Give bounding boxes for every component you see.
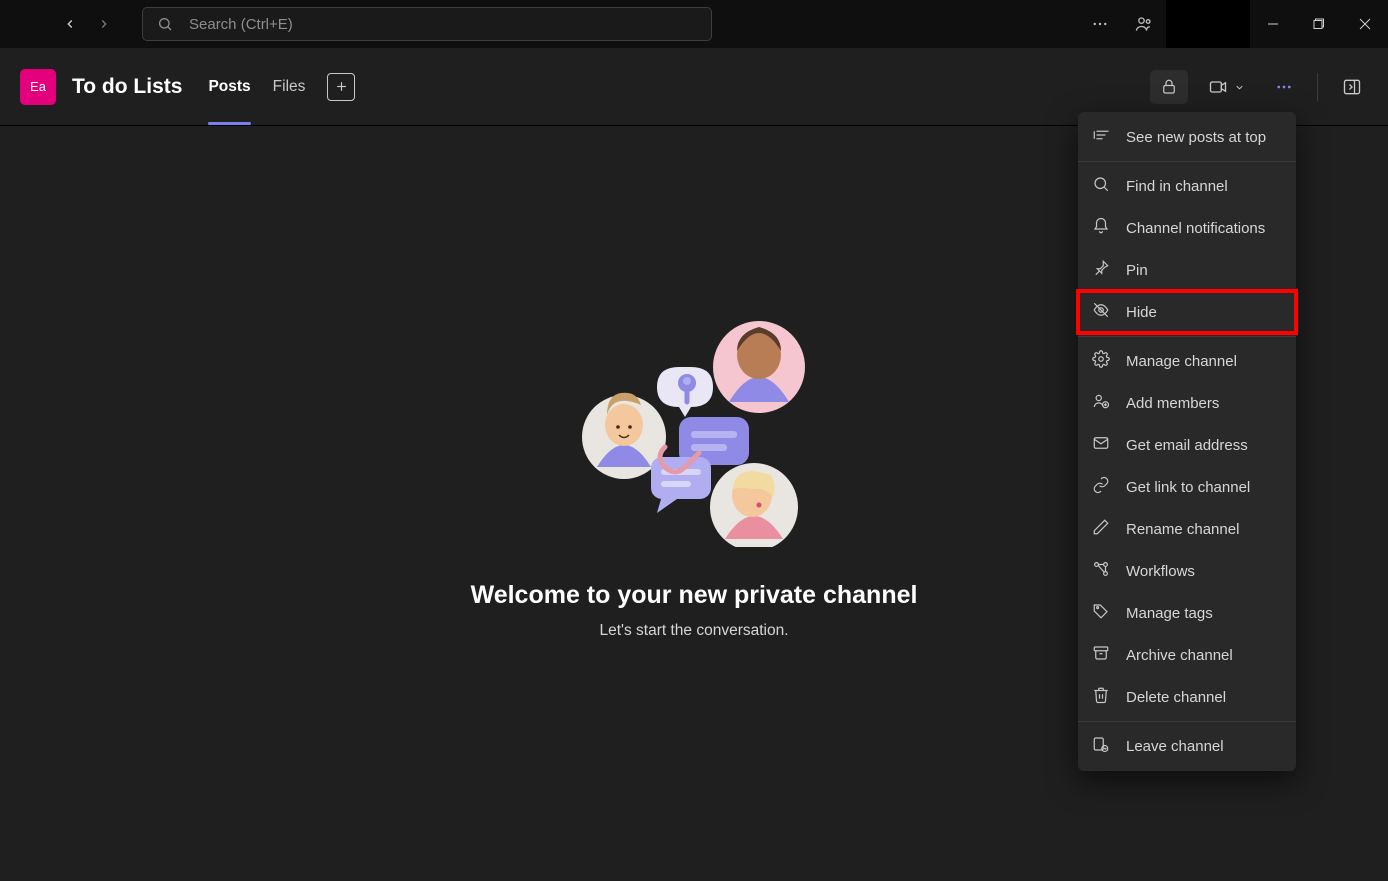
people-icon[interactable] <box>1122 0 1166 48</box>
menu-item-label: Channel notifications <box>1126 220 1265 237</box>
menu-item-label: Hide <box>1126 304 1157 321</box>
sort-icon <box>1092 126 1112 148</box>
menu-item-manage-channel[interactable]: Manage channel <box>1078 340 1296 382</box>
add-member-icon <box>1092 392 1112 414</box>
leave-icon <box>1092 735 1112 757</box>
hide-icon <box>1092 301 1112 323</box>
menu-item-label: Get link to channel <box>1126 479 1250 496</box>
mail-icon <box>1092 434 1112 456</box>
search-icon <box>1092 175 1112 197</box>
menu-item-rename-channel[interactable]: Rename channel <box>1078 508 1296 550</box>
menu-item-pin[interactable]: Pin <box>1078 249 1296 291</box>
open-panel-button[interactable] <box>1332 70 1372 104</box>
archive-icon <box>1092 644 1112 666</box>
search-box[interactable]: Search (Ctrl+E) <box>142 7 712 41</box>
titlebar: Search (Ctrl+E) <box>0 0 1388 48</box>
bell-icon <box>1092 217 1112 239</box>
menu-item-label: Leave channel <box>1126 738 1224 755</box>
menu-item-label: Workflows <box>1126 563 1195 580</box>
forward-button[interactable] <box>94 14 114 34</box>
menu-item-label: Find in channel <box>1126 178 1228 195</box>
menu-separator <box>1078 721 1296 722</box>
channel-context-menu: See new posts at top Find in channel Chann… <box>1078 112 1296 771</box>
empty-headline: Welcome to your new private channel <box>471 581 918 610</box>
menu-item-workflows[interactable]: Workflows <box>1078 550 1296 592</box>
pencil-icon <box>1092 518 1112 540</box>
pin-icon <box>1092 259 1112 281</box>
menu-item-label: Manage channel <box>1126 353 1237 370</box>
team-avatar[interactable]: Ea <box>20 69 56 105</box>
history-nav <box>0 14 142 34</box>
menu-item-get-link-to-channel[interactable]: Get link to channel <box>1078 466 1296 508</box>
welcome-illustration <box>569 307 819 547</box>
more-icon[interactable] <box>1078 0 1122 48</box>
trash-icon <box>1092 686 1112 708</box>
menu-item-manage-tags[interactable]: Manage tags <box>1078 592 1296 634</box>
menu-item-find-in-channel[interactable]: Find in channel <box>1078 165 1296 207</box>
menu-item-channel-notifications[interactable]: Channel notifications <box>1078 207 1296 249</box>
channel-title: To do Lists <box>72 75 182 99</box>
link-icon <box>1092 476 1112 498</box>
add-tab-button[interactable] <box>327 73 355 101</box>
menu-separator <box>1078 336 1296 337</box>
gear-icon <box>1092 350 1112 372</box>
divider <box>1317 73 1318 101</box>
tab-files[interactable]: Files <box>273 74 306 100</box>
chevron-down-icon <box>1234 82 1245 93</box>
menu-separator <box>1078 161 1296 162</box>
menu-item-label: Rename channel <box>1126 521 1239 538</box>
workflow-icon <box>1092 560 1112 582</box>
menu-item-leave-channel[interactable]: Leave channel <box>1078 725 1296 767</box>
menu-item-label: Delete channel <box>1126 689 1226 706</box>
close-button[interactable] <box>1342 0 1388 48</box>
menu-item-add-members[interactable]: Add members <box>1078 382 1296 424</box>
tab-posts[interactable]: Posts <box>208 74 250 100</box>
menu-item-get-email-address[interactable]: Get email address <box>1078 424 1296 466</box>
menu-item-label: Add members <box>1126 395 1219 412</box>
empty-subline: Let's start the conversation. <box>599 622 788 640</box>
menu-item-see-new-posts-at-top[interactable]: See new posts at top <box>1078 116 1296 158</box>
menu-item-label: Get email address <box>1126 437 1248 454</box>
search-placeholder: Search (Ctrl+E) <box>189 16 293 33</box>
meet-button[interactable] <box>1198 70 1255 104</box>
menu-item-hide[interactable]: Hide <box>1078 291 1296 333</box>
maximize-button[interactable] <box>1296 0 1342 48</box>
menu-item-label: Manage tags <box>1126 605 1213 622</box>
menu-item-label: Pin <box>1126 262 1148 279</box>
private-channel-icon[interactable] <box>1150 70 1188 104</box>
menu-item-archive-channel[interactable]: Archive channel <box>1078 634 1296 676</box>
minimize-button[interactable] <box>1250 0 1296 48</box>
search-icon <box>157 16 173 32</box>
menu-item-delete-channel[interactable]: Delete channel <box>1078 676 1296 718</box>
menu-item-label: See new posts at top <box>1126 129 1266 146</box>
account-avatar[interactable] <box>1166 0 1250 48</box>
menu-item-label: Archive channel <box>1126 647 1233 664</box>
more-options-button[interactable] <box>1265 70 1303 104</box>
titlebar-right <box>1078 0 1388 48</box>
tab-bar: Posts Files <box>208 73 355 101</box>
tag-icon <box>1092 602 1112 624</box>
back-button[interactable] <box>60 14 80 34</box>
